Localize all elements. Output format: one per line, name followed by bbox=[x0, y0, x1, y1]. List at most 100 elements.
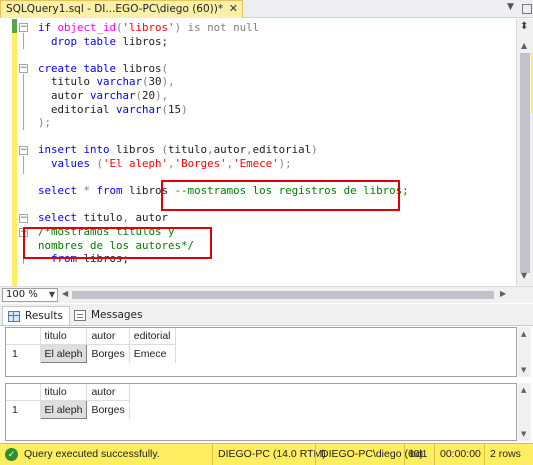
code-token: drop table bbox=[38, 34, 123, 48]
close-tab-icon[interactable]: ✕ bbox=[229, 2, 238, 15]
code-token: titulo bbox=[168, 143, 208, 157]
saved-change-marker bbox=[12, 19, 17, 33]
scrollbar-thumb[interactable] bbox=[520, 53, 530, 273]
split-window-icon[interactable] bbox=[522, 4, 532, 14]
table-row[interactable]: 1 El aleph Borges Emece bbox=[6, 344, 176, 363]
code-token: ( bbox=[161, 61, 169, 75]
code-token: 15 bbox=[168, 102, 182, 116]
column-header[interactable]: editorial bbox=[129, 328, 176, 345]
row-number[interactable]: 1 bbox=[6, 344, 41, 363]
collapse-icon[interactable]: − bbox=[19, 146, 28, 155]
grid-cell[interactable]: Borges bbox=[86, 344, 130, 363]
column-header[interactable]: autor bbox=[86, 384, 130, 401]
scroll-up-icon[interactable]: ▲ bbox=[521, 386, 526, 394]
code-token: ) bbox=[181, 102, 188, 116]
scroll-down-icon[interactable]: ▼ bbox=[521, 430, 526, 438]
grid-2-scrollbar[interactable]: ▲ ▼ bbox=[518, 383, 531, 441]
code-token: is not null bbox=[187, 21, 260, 34]
status-message: Query executed successfully. bbox=[24, 448, 160, 460]
result-grid-1[interactable]: titulo autor editorial 1 El aleph Borges… bbox=[5, 327, 517, 377]
editor-vertical-scrollbar[interactable]: ⬍ ▲ ▼ bbox=[516, 19, 533, 286]
code-token: editorial bbox=[252, 143, 312, 157]
status-bar: ✓ Query executed successfully. DIEGO-PC … bbox=[0, 443, 533, 465]
code-token: 30 bbox=[148, 75, 162, 89]
code-line[interactable]: values ('El aleph','Borges','Emece'); bbox=[38, 157, 409, 171]
tab-messages[interactable]: Messages bbox=[69, 306, 149, 325]
column-header[interactable]: autor bbox=[86, 328, 130, 345]
scroll-up-icon[interactable]: ▲ bbox=[521, 330, 526, 338]
code-line[interactable]: titulo varchar(30), bbox=[38, 75, 409, 89]
code-token: autor bbox=[135, 211, 169, 225]
code-line[interactable]: autor varchar(20), bbox=[38, 89, 409, 103]
fold-guide bbox=[23, 74, 24, 130]
code-token: libros bbox=[122, 61, 162, 75]
editor-margin bbox=[0, 19, 12, 286]
code-line[interactable] bbox=[38, 130, 409, 144]
success-check-icon: ✓ bbox=[5, 448, 18, 461]
code-token: 'libros' bbox=[122, 21, 175, 34]
editor-bottom-bar: 100 % ▼ ◀ ▶ bbox=[0, 286, 533, 303]
code-line[interactable]: create table libros( bbox=[38, 62, 409, 76]
query-tab[interactable]: SQLQuery1.sql - DI...EGO-PC\diego (60))*… bbox=[0, 0, 243, 18]
sql-editor[interactable]: − − − − − if object_id('libros') is not … bbox=[0, 19, 516, 286]
code-line[interactable]: editorial varchar(15) bbox=[38, 103, 409, 117]
horizontal-scrollbar-thumb[interactable] bbox=[72, 291, 494, 299]
grid-icon bbox=[8, 311, 20, 322]
code-token: 'Borges' bbox=[174, 156, 227, 170]
tab-results[interactable]: Results bbox=[2, 306, 70, 325]
split-editor-icon[interactable]: ⬍ bbox=[520, 21, 530, 33]
column-header[interactable]: titulo bbox=[40, 384, 88, 401]
code-token: titulo bbox=[83, 211, 123, 225]
scroll-down-icon[interactable]: ▼ bbox=[521, 271, 527, 280]
code-token: values bbox=[38, 156, 97, 170]
code-token: * bbox=[83, 184, 97, 198]
table-row[interactable]: 1 El aleph Borges bbox=[6, 400, 130, 419]
zoom-select[interactable]: 100 % ▼ bbox=[2, 288, 58, 302]
status-rows: 2 rows bbox=[484, 444, 525, 465]
grid-cell[interactable]: El aleph bbox=[39, 344, 88, 363]
grid-cell[interactable]: Emece bbox=[129, 344, 176, 363]
code-token: titulo bbox=[38, 75, 97, 89]
document-tab-strip: SQLQuery1.sql - DI...EGO-PC\diego (60))*… bbox=[0, 0, 533, 18]
grid-cell[interactable]: Borges bbox=[86, 400, 130, 419]
code-token: ) bbox=[311, 143, 318, 157]
code-token: select bbox=[38, 211, 84, 225]
collapse-icon[interactable]: − bbox=[19, 23, 28, 32]
grid-1-scrollbar[interactable]: ▲ ▼ bbox=[518, 327, 531, 377]
code-token: create table bbox=[38, 61, 123, 75]
code-token: autor bbox=[38, 88, 91, 102]
messages-icon bbox=[74, 310, 86, 321]
code-token: ), bbox=[161, 75, 175, 89]
code-token: object_id bbox=[57, 21, 117, 34]
row-number[interactable]: 1 bbox=[6, 400, 41, 419]
collapse-icon[interactable]: − bbox=[19, 64, 28, 73]
code-token: from bbox=[96, 184, 130, 198]
code-token: varchar bbox=[116, 102, 162, 116]
tab-list-dropdown-icon[interactable]: ▼ bbox=[507, 2, 514, 12]
tab-results-label: Results bbox=[25, 310, 63, 322]
code-token: , bbox=[122, 211, 136, 225]
scroll-down-icon[interactable]: ▼ bbox=[521, 366, 526, 374]
column-header[interactable]: titulo bbox=[40, 328, 88, 345]
code-line[interactable]: select titulo, autor bbox=[38, 211, 409, 225]
scroll-up-icon[interactable]: ▲ bbox=[521, 41, 527, 50]
code-line[interactable] bbox=[38, 48, 409, 62]
code-line[interactable]: drop table libros; bbox=[38, 35, 409, 49]
status-server: DIEGO-PC (14.0 RTM) bbox=[212, 444, 330, 465]
code-token: ) bbox=[174, 21, 188, 34]
scroll-right-icon[interactable]: ▶ bbox=[500, 289, 506, 298]
code-token: ); bbox=[38, 116, 52, 130]
code-line[interactable]: ); bbox=[38, 116, 409, 130]
code-line[interactable]: if object_id('libros') is not null bbox=[38, 21, 409, 35]
code-token: 'Emece' bbox=[233, 156, 279, 170]
code-line[interactable]: insert into libros (titulo,autor,editori… bbox=[38, 143, 409, 157]
code-token: editorial bbox=[38, 102, 117, 116]
code-token: insert into bbox=[38, 143, 117, 157]
code-token: if bbox=[38, 21, 58, 34]
scroll-left-icon[interactable]: ◀ bbox=[62, 289, 68, 298]
grid-cell[interactable]: El aleph bbox=[39, 400, 88, 419]
result-grid-2[interactable]: titulo autor 1 El aleph Borges bbox=[5, 383, 517, 441]
code-token: autor bbox=[213, 143, 247, 157]
collapse-icon[interactable]: − bbox=[19, 214, 28, 223]
highlight-box-inline-comment bbox=[161, 180, 400, 211]
